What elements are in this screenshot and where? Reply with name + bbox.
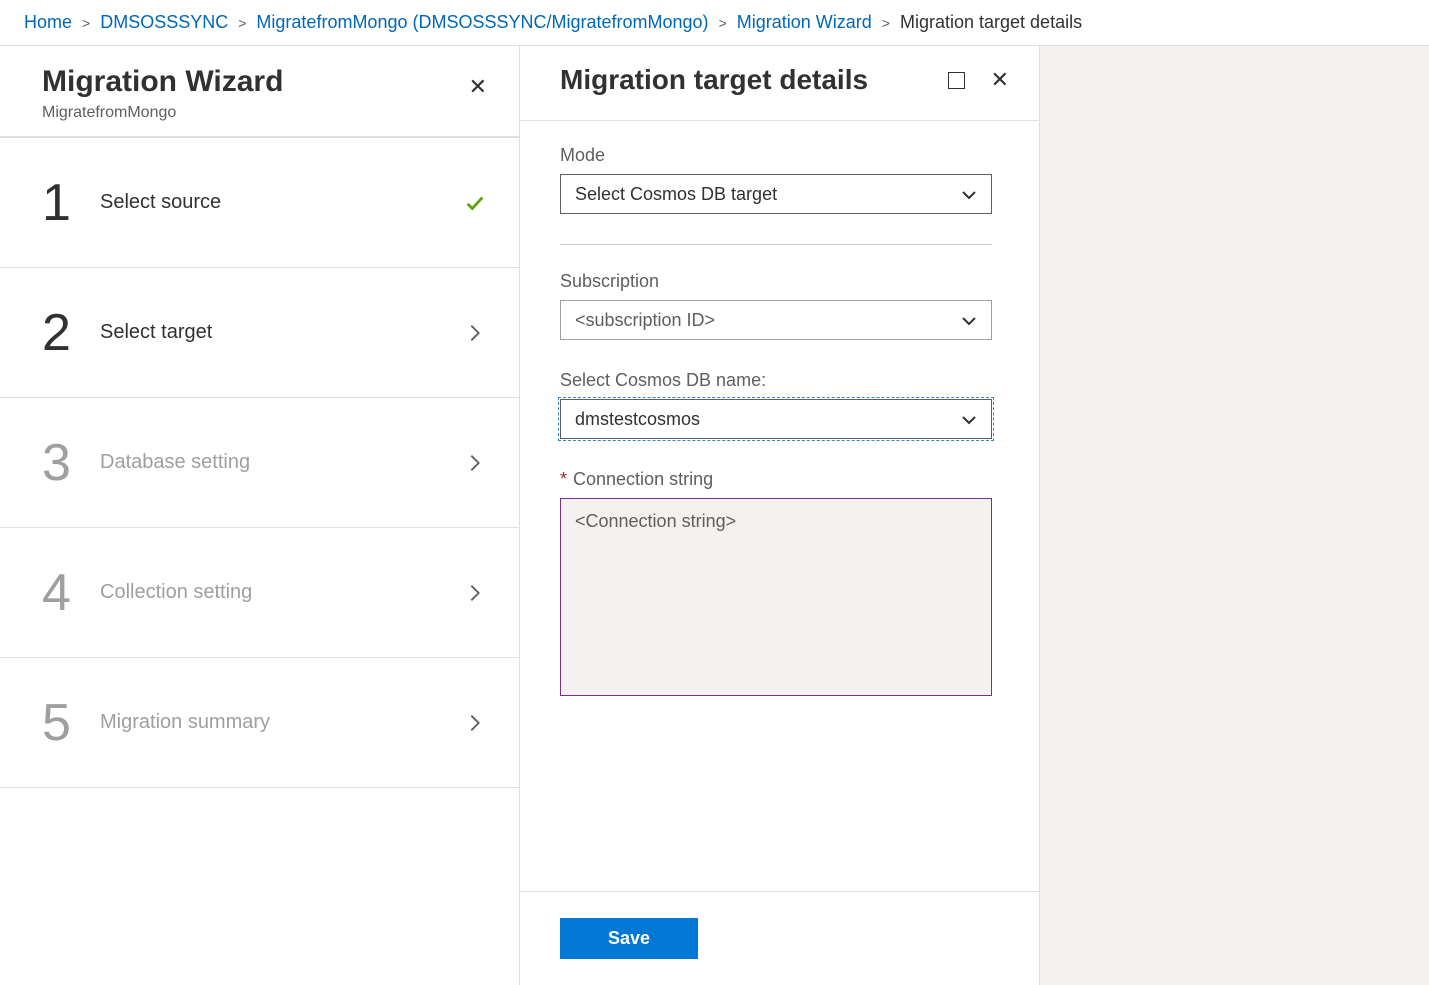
mode-select[interactable]: Select Cosmos DB target: [560, 174, 992, 214]
wizard-step-select-target[interactable]: 2 Select target: [0, 268, 519, 398]
step-label: Select target: [100, 321, 461, 344]
breadcrumb-current: Migration target details: [900, 12, 1082, 33]
wizard-header: Migration Wizard MigratefromMongo ✕: [0, 46, 519, 138]
chevron-down-icon: [961, 409, 977, 430]
mode-value: Select Cosmos DB target: [575, 184, 777, 205]
wizard-subtitle: MigratefromMongo: [42, 104, 283, 122]
cosmos-db-select[interactable]: dmstestcosmos: [560, 399, 992, 439]
connection-string-input[interactable]: [560, 498, 992, 696]
step-number: 1: [42, 173, 100, 233]
step-label: Select source: [100, 191, 461, 214]
chevron-right-icon: [461, 582, 489, 604]
empty-area: [1040, 46, 1429, 985]
breadcrumb-home[interactable]: Home: [24, 12, 72, 33]
cosmos-db-value: dmstestcosmos: [575, 409, 700, 430]
cosmos-db-label: Select Cosmos DB name:: [560, 370, 999, 391]
wizard-step-select-source[interactable]: 1 Select source: [0, 138, 519, 268]
detail-title: Migration target details: [560, 64, 868, 96]
connection-string-label: *Connection string: [560, 469, 999, 490]
wizard-step-migration-summary[interactable]: 5 Migration summary: [0, 658, 519, 788]
breadcrumb-migration-wizard[interactable]: Migration Wizard: [737, 12, 872, 33]
save-button[interactable]: Save: [560, 918, 698, 959]
breadcrumb-dmsosssync[interactable]: DMSOSSSYNC: [100, 12, 228, 33]
chevron-down-icon: [961, 310, 977, 331]
step-number: 3: [42, 433, 100, 493]
detail-footer: Save: [520, 891, 1039, 985]
wizard-step-collection-setting[interactable]: 4 Collection setting: [0, 528, 519, 658]
check-icon: [461, 192, 489, 214]
close-icon[interactable]: ✕: [465, 72, 491, 102]
chevron-right-icon: >: [238, 15, 246, 31]
chevron-right-icon: >: [882, 15, 890, 31]
required-asterisk: *: [560, 469, 567, 489]
step-label: Migration summary: [100, 711, 461, 734]
mode-label: Mode: [560, 145, 999, 166]
step-number: 4: [42, 563, 100, 623]
divider: [560, 244, 992, 245]
subscription-label: Subscription: [560, 271, 999, 292]
chevron-right-icon: >: [82, 15, 90, 31]
detail-header: Migration target details ✕: [520, 46, 1039, 121]
step-number: 5: [42, 693, 100, 753]
subscription-value: <subscription ID>: [575, 310, 715, 331]
step-number: 2: [42, 303, 100, 363]
close-icon[interactable]: ✕: [989, 67, 1011, 93]
detail-panel: Migration target details ✕ Mode Select C…: [520, 46, 1040, 985]
maximize-icon[interactable]: [948, 72, 965, 89]
wizard-panel: Migration Wizard MigratefromMongo ✕ 1 Se…: [0, 46, 520, 985]
chevron-right-icon: >: [719, 15, 727, 31]
breadcrumb: Home > DMSOSSSYNC > MigratefromMongo (DM…: [0, 0, 1429, 46]
breadcrumb-migratefrommongo[interactable]: MigratefromMongo (DMSOSSSYNC/Migratefrom…: [256, 12, 708, 33]
wizard-step-database-setting[interactable]: 3 Database setting: [0, 398, 519, 528]
wizard-title: Migration Wizard: [42, 64, 283, 100]
subscription-select[interactable]: <subscription ID>: [560, 300, 992, 340]
chevron-right-icon: [461, 452, 489, 474]
chevron-down-icon: [961, 184, 977, 205]
chevron-right-icon: [461, 322, 489, 344]
chevron-right-icon: [461, 712, 489, 734]
step-label: Collection setting: [100, 581, 461, 604]
step-label: Database setting: [100, 451, 461, 474]
